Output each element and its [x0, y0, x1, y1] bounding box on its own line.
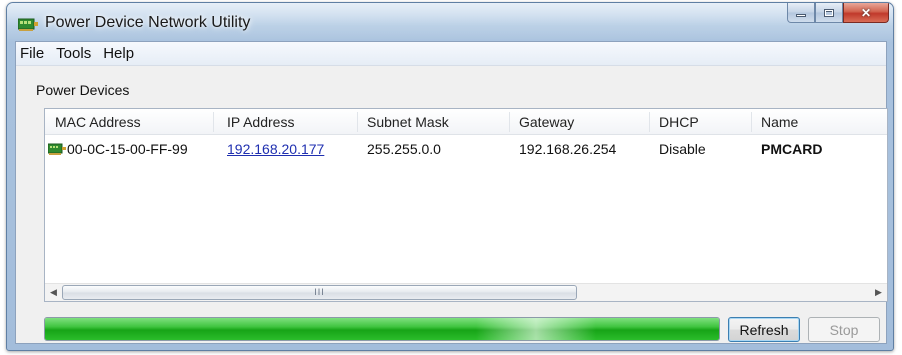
device-list[interactable]: MAC Address IP Address Subnet Mask Gatew… [44, 108, 888, 302]
cell-dhcp: Disable [659, 141, 706, 157]
cell-gateway: 192.168.26.254 [519, 141, 617, 157]
window-title: Power Device Network Utility [45, 14, 251, 31]
close-button[interactable]: ✕ [843, 3, 889, 23]
menu-bar: File Tools Help [16, 42, 886, 66]
cell-name: PMCARD [761, 141, 823, 157]
app-window: Power Device Network Utility ✕ File Tool… [6, 2, 894, 351]
menu-tools[interactable]: Tools [50, 45, 97, 62]
cell-subnet-mask: 255.255.0.0 [367, 141, 441, 157]
network-card-icon [18, 18, 38, 31]
scrollbar-grip: III [314, 287, 325, 297]
table-row[interactable]: 00-0C-15-00-FF-99 192.168.20.177 255.255… [45, 137, 887, 161]
refresh-button[interactable]: Refresh [728, 317, 800, 342]
column-separator[interactable] [509, 112, 510, 132]
scrollbar-thumb[interactable]: III [62, 285, 577, 300]
column-separator[interactable] [213, 112, 214, 132]
group-label: Power Devices [36, 82, 130, 98]
list-header: MAC Address IP Address Subnet Mask Gatew… [45, 109, 887, 135]
column-subnet-mask[interactable]: Subnet Mask [367, 114, 449, 130]
stop-button[interactable]: Stop [808, 317, 880, 342]
column-gateway[interactable]: Gateway [519, 114, 574, 130]
menu-help[interactable]: Help [97, 45, 140, 62]
title-bar[interactable]: Power Device Network Utility ✕ [7, 3, 893, 41]
progress-shine [476, 318, 597, 340]
menu-file[interactable]: File [16, 45, 50, 62]
column-separator[interactable] [751, 112, 752, 132]
scroll-left-arrow-icon[interactable]: ◀ [45, 284, 62, 301]
network-card-icon [48, 143, 66, 155]
cell-ip-address-link[interactable]: 192.168.20.177 [227, 141, 324, 157]
column-dhcp[interactable]: DHCP [659, 114, 699, 130]
maximize-icon [824, 8, 834, 17]
minimize-icon [796, 14, 806, 17]
scroll-right-arrow-icon[interactable]: ▶ [870, 284, 887, 301]
column-name[interactable]: Name [761, 114, 798, 130]
horizontal-scrollbar[interactable]: ◀ III ▶ [45, 283, 887, 301]
minimize-button[interactable] [787, 3, 815, 23]
caption-buttons: ✕ [787, 3, 889, 23]
client-area: File Tools Help Power Devices MAC Addres… [15, 41, 888, 344]
column-separator[interactable] [357, 112, 358, 132]
column-separator[interactable] [649, 112, 650, 132]
progress-fill [45, 318, 719, 340]
column-ip-address[interactable]: IP Address [227, 114, 294, 130]
maximize-button[interactable] [815, 3, 843, 23]
close-icon: ✕ [860, 5, 872, 20]
cell-mac-address: 00-0C-15-00-FF-99 [67, 141, 188, 157]
progress-bar [44, 317, 720, 341]
column-mac-address[interactable]: MAC Address [55, 114, 141, 130]
